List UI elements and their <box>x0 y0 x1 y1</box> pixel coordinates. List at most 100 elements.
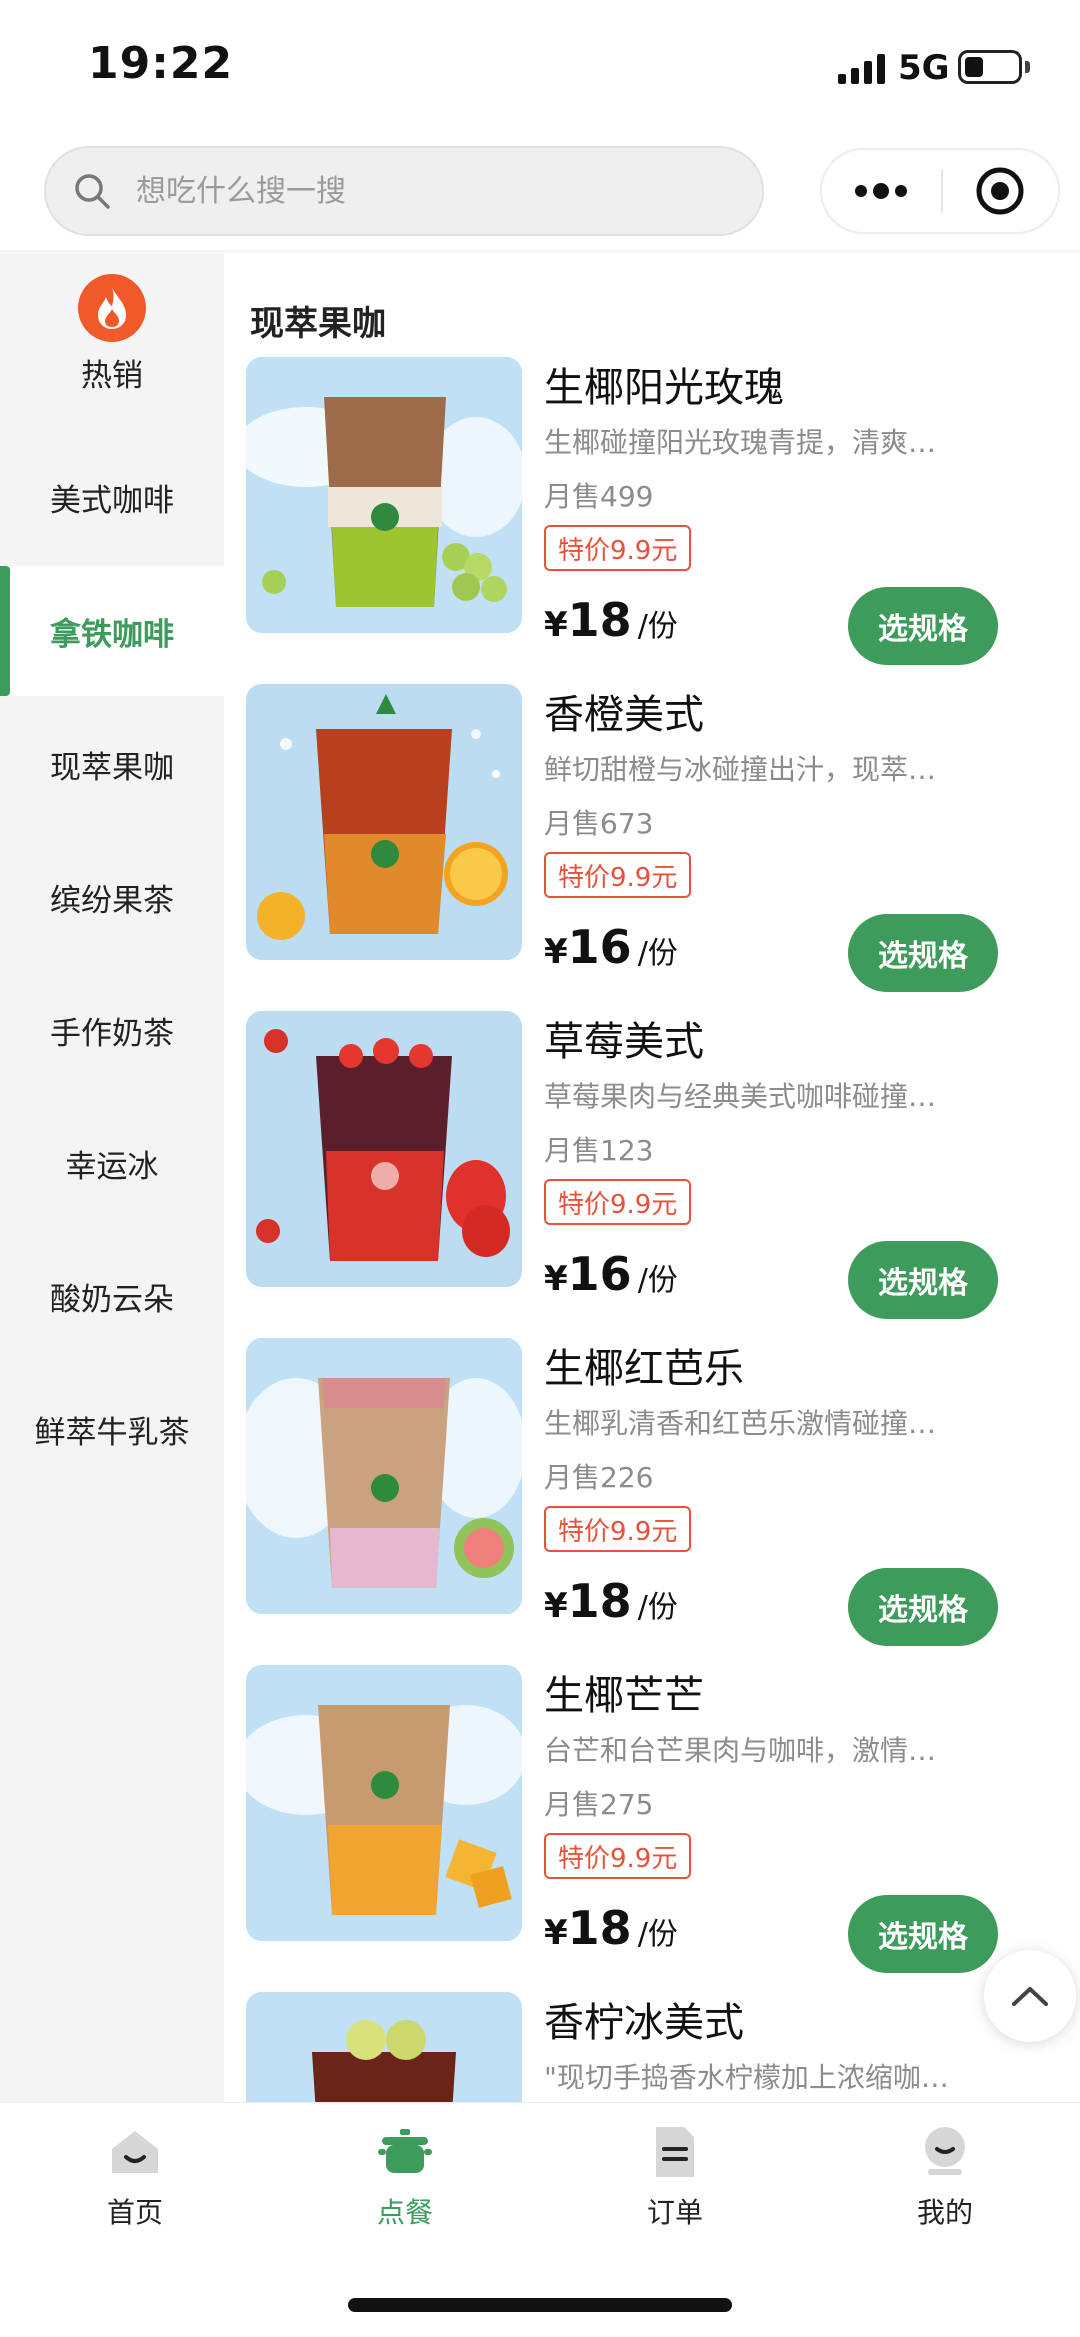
sidebar-item-label: 缤纷果茶 <box>50 882 174 919</box>
tab-label: 点餐 <box>376 2196 433 2229</box>
price-value: 16 <box>567 920 632 974</box>
sidebar-item-label: 幸运冰 <box>65 1148 159 1185</box>
tab-orders[interactable]: 订单 <box>540 2123 810 2253</box>
sidebar-item-label: 鲜萃牛乳茶 <box>34 1414 190 1451</box>
tab-home[interactable]: 首页 <box>0 2123 270 2253</box>
price-unit: /份 <box>637 609 678 644</box>
product-sales: 月售226 <box>544 1461 654 1494</box>
pot-icon <box>378 2129 432 2173</box>
price-currency: ¥ <box>544 1913 568 1953</box>
sidebar-item-milk-tea[interactable]: 手作奶茶 <box>0 965 224 1095</box>
price-value: 18 <box>567 1901 632 1955</box>
product-name: 香橙美式 <box>544 692 704 738</box>
product-list[interactable]: 现萃果咖 生椰阳光玫瑰 生椰碰撞阳光玫瑰青提，清爽… 月售499 特价9.9元 … <box>224 254 1080 2102</box>
product-image <box>246 1338 522 1614</box>
flame-icon <box>78 274 146 342</box>
sidebar-item-label: 现萃果咖 <box>50 749 174 786</box>
product-sales: 月售499 <box>544 480 654 513</box>
sidebar-item-label: 热销 <box>81 358 143 394</box>
sidebar-item-american-coffee[interactable]: 美式咖啡 <box>0 432 224 562</box>
sidebar-item-fruit-coffee[interactable]: 现萃果咖 <box>0 699 224 829</box>
select-spec-button[interactable]: 选规格 <box>848 1241 998 1319</box>
tab-profile[interactable]: 我的 <box>810 2123 1080 2253</box>
product-name: 草莓美式 <box>544 1019 704 1065</box>
price-currency: ¥ <box>544 1259 568 1299</box>
battery-icon <box>958 50 1022 84</box>
tab-label: 我的 <box>916 2196 973 2229</box>
chevron-up-icon <box>1012 1987 1048 2006</box>
app-screen: 19:22 5G 想吃什么搜一搜 热销 美式咖啡 拿铁咖啡 现萃果咖 缤纷果茶 … <box>0 0 1080 2337</box>
product-image <box>246 684 522 960</box>
product-card[interactable]: 生椰芒芒 台芒和台芒果肉与咖啡，激情… 月售275 特价9.9元 ¥ 18 /份… <box>224 1665 1080 1991</box>
price-value: 16 <box>567 1247 632 1301</box>
search-icon <box>75 174 110 209</box>
product-card[interactable]: 生椰红芭乐 生椰乳清香和红芭乐激情碰撞… 月售226 特价9.9元 ¥ 18 /… <box>224 1338 1080 1664</box>
product-name: 生椰阳光玫瑰 <box>544 365 784 411</box>
product-image <box>246 1011 522 1287</box>
document-icon <box>656 2127 694 2177</box>
price-currency: ¥ <box>544 932 568 972</box>
home-icon <box>112 2131 158 2173</box>
product-name: 香柠冰美式 <box>544 2000 744 2046</box>
sidebar-item-yogurt[interactable]: 酸奶云朵 <box>0 1231 224 1361</box>
search-bar[interactable] <box>44 146 764 236</box>
home-indicator <box>348 2298 732 2312</box>
sidebar-item-fruit-tea[interactable]: 缤纷果茶 <box>0 832 224 962</box>
tab-label: 首页 <box>106 2196 163 2229</box>
sidebar-item-label: 酸奶云朵 <box>50 1281 174 1318</box>
product-name: 生椰红芭乐 <box>544 1346 744 1392</box>
network-type: 5G <box>898 48 950 88</box>
category-sidebar: 热销 美式咖啡 拿铁咖啡 现萃果咖 缤纷果茶 手作奶茶 幸运冰 酸奶云朵 鲜萃牛… <box>0 254 224 2102</box>
search-input[interactable] <box>136 173 762 209</box>
price-unit: /份 <box>637 1590 678 1625</box>
price-currency: ¥ <box>544 605 568 645</box>
tab-order-food[interactable]: 点餐 <box>270 2123 540 2253</box>
price-currency: ¥ <box>544 1586 568 1626</box>
price-value: 18 <box>567 593 632 647</box>
product-image <box>246 1992 522 2102</box>
sidebar-item-hot[interactable]: 热销 <box>0 274 224 414</box>
product-description: 台芒和台芒果肉与咖啡，激情… <box>544 1734 937 1767</box>
discount-badge: 特价9.9元 <box>544 852 692 898</box>
product-image <box>246 357 522 633</box>
product-card[interactable]: 香橙美式 鲜切甜橙与冰碰撞出汁，现萃… 月售673 特价9.9元 ¥ 16 /份… <box>224 684 1080 1010</box>
product-price: ¥ 18 /份 <box>544 1901 678 1955</box>
product-card[interactable]: 香柠冰美式 "现切手捣香水柠檬加上浓缩咖… <box>224 1992 1080 2102</box>
sidebar-item-milk-tea-fresh[interactable]: 鲜萃牛乳茶 <box>0 1364 224 1494</box>
product-card[interactable]: 生椰阳光玫瑰 生椰碰撞阳光玫瑰青提，清爽… 月售499 特价9.9元 ¥ 18 … <box>224 357 1080 683</box>
product-description: "现切手捣香水柠檬加上浓缩咖… <box>544 2061 949 2094</box>
section-title: 现萃果咖 <box>250 304 386 344</box>
discount-badge: 特价9.9元 <box>544 1506 692 1552</box>
profile-icon <box>925 2127 965 2175</box>
product-price: ¥ 16 /份 <box>544 920 678 974</box>
status-time: 19:22 <box>88 38 234 89</box>
select-spec-button[interactable]: 选规格 <box>848 587 998 665</box>
sidebar-item-label: 美式咖啡 <box>50 482 174 519</box>
product-description: 生椰乳清香和红芭乐激情碰撞… <box>544 1407 937 1440</box>
discount-badge: 特价9.9元 <box>544 1179 692 1225</box>
product-price: ¥ 18 /份 <box>544 1574 678 1628</box>
product-price: ¥ 18 /份 <box>544 593 678 647</box>
sidebar-item-lucky-ice[interactable]: 幸运冰 <box>0 1098 224 1228</box>
product-card[interactable]: 草莓美式 草莓果肉与经典美式咖啡碰撞… 月售123 特价9.9元 ¥ 16 /份… <box>224 1011 1080 1337</box>
product-sales: 月售123 <box>544 1134 654 1167</box>
product-name: 生椰芒芒 <box>544 1673 704 1719</box>
select-spec-button[interactable]: 选规格 <box>848 1568 998 1646</box>
discount-badge: 特价9.9元 <box>544 1833 692 1879</box>
back-to-top-button[interactable] <box>984 1950 1076 2042</box>
product-sales: 月售673 <box>544 807 654 840</box>
miniprogram-capsule <box>820 148 1060 234</box>
sidebar-item-label: 手作奶茶 <box>50 1015 174 1052</box>
price-unit: /份 <box>637 1263 678 1298</box>
select-spec-button[interactable]: 选规格 <box>848 914 998 992</box>
product-sales: 月售275 <box>544 1788 654 1821</box>
product-description: 鲜切甜橙与冰碰撞出汁，现萃… <box>544 753 937 786</box>
select-spec-button[interactable]: 选规格 <box>848 1895 998 1973</box>
tab-label: 订单 <box>646 2196 703 2229</box>
product-description: 生椰碰撞阳光玫瑰青提，清爽… <box>544 426 937 459</box>
sidebar-item-latte-coffee[interactable]: 拿铁咖啡 <box>0 566 224 696</box>
signal-icon <box>838 54 885 84</box>
price-value: 18 <box>567 1574 632 1628</box>
more-button[interactable] <box>822 148 941 234</box>
close-button[interactable] <box>943 148 1058 234</box>
